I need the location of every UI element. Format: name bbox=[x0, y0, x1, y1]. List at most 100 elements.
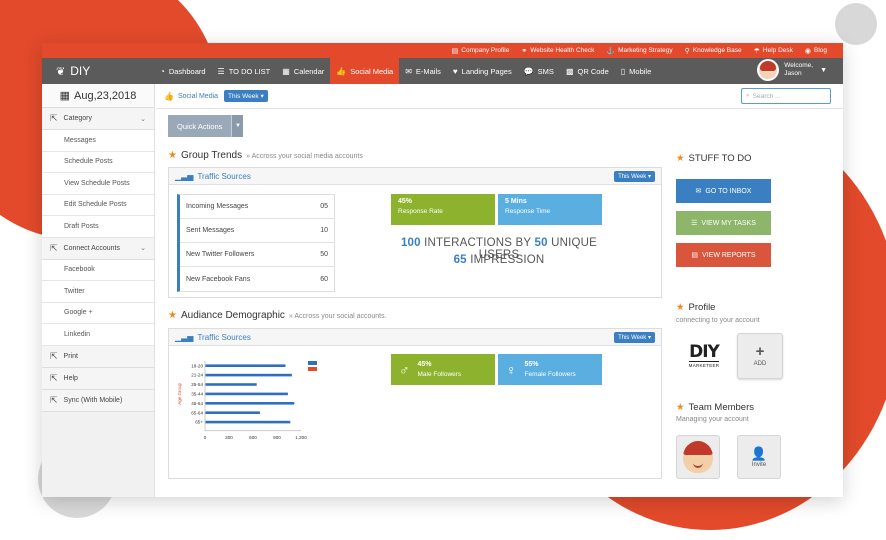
nav-todo-list[interactable]: ☰ TO DO LIST bbox=[212, 58, 277, 84]
team-member-avatar[interactable] bbox=[676, 435, 720, 479]
view-my-tasks-button[interactable]: ☰ VIEW MY TASKS bbox=[676, 211, 771, 235]
calendar-icon: ▦ bbox=[282, 66, 290, 76]
view-reports-button[interactable]: ▤ VIEW REPORTS bbox=[676, 243, 771, 267]
sidebar-help[interactable]: ⇱ Help bbox=[42, 367, 154, 390]
nav-social-media[interactable]: 👍 Social Media bbox=[330, 58, 400, 84]
x-tick-label: 300 bbox=[225, 435, 233, 440]
calendar-icon: ▦ bbox=[59, 90, 70, 102]
nav-mobile[interactable]: ▯ Mobile bbox=[615, 58, 658, 84]
brand-logo[interactable]: ❦ DIY bbox=[42, 64, 154, 78]
nav-calendar[interactable]: ▦ Calendar bbox=[276, 58, 330, 84]
nav-emails[interactable]: ✉ E-Mails bbox=[399, 58, 447, 84]
search-input[interactable]: ⌕ Search ... bbox=[741, 88, 831, 104]
sidebar-connect-accounts[interactable]: ⇱ Connect Accounts ⌄ bbox=[42, 237, 154, 260]
leaf-icon: ❦ bbox=[56, 65, 66, 78]
invite-member-button[interactable]: 👤 Invite bbox=[737, 435, 781, 479]
sidebar-item-draft-posts[interactable]: Draft Posts bbox=[42, 216, 154, 238]
sidebar-item-facebook[interactable]: Facebook bbox=[42, 259, 154, 281]
link-icon: ⚭ bbox=[521, 47, 528, 55]
app-window: ▤ Company Profile ⚭ Website Health Check ⚓… bbox=[42, 43, 843, 497]
avatar bbox=[757, 59, 780, 81]
sidebar-sync[interactable]: ⇱ Sync (With Mobile) bbox=[42, 389, 154, 412]
category-label: 25-54 bbox=[191, 382, 203, 387]
sidebar-item-view-schedule-posts[interactable]: View Schedule Posts bbox=[42, 173, 154, 195]
document-icon: ▤ bbox=[691, 252, 699, 259]
section-title-text: Team Members bbox=[688, 402, 754, 413]
sidebar-item-schedule-posts[interactable]: Schedule Posts bbox=[42, 151, 154, 173]
top-utility-bar: ▤ Company Profile ⚭ Website Health Check ⚓… bbox=[42, 43, 843, 58]
section-subtitle: » Accross your social accounts. bbox=[288, 313, 387, 320]
panel-header: ▁▃▅ Traffic Sources This Week ▾ bbox=[169, 329, 661, 346]
add-profile-button[interactable]: + ADD bbox=[737, 333, 783, 379]
stuff-to-do-title: ★ STUFF TO DO bbox=[676, 153, 752, 164]
button-label: Invite bbox=[751, 461, 767, 468]
female-followers-tile: ♀ 55% Female Followers bbox=[498, 354, 602, 385]
period-select[interactable]: This Week ▾ bbox=[614, 332, 655, 343]
tile-value: 45% bbox=[398, 198, 413, 205]
tile-label: Female Followers bbox=[524, 371, 576, 378]
bar bbox=[205, 392, 288, 396]
tile-value: 45% bbox=[417, 361, 432, 368]
sidebar-item-google-plus[interactable]: Google + bbox=[42, 302, 154, 324]
category-label: 21-24 bbox=[191, 373, 203, 378]
nav-label: TO DO LIST bbox=[228, 66, 271, 76]
toplink-label: Blog bbox=[813, 47, 827, 54]
search-icon: ⌕ bbox=[746, 92, 750, 99]
chevron-down-icon[interactable]: ▼ bbox=[231, 115, 244, 137]
document-icon: ▤ bbox=[451, 47, 459, 55]
period-select[interactable]: This Week ▾ bbox=[224, 90, 268, 102]
category-label: 35-44 bbox=[191, 392, 203, 397]
user-icon: 👤 bbox=[750, 445, 768, 461]
section-title-text: Audiance Demographic bbox=[180, 310, 285, 321]
toplink-website-health[interactable]: ⚭ Website Health Check bbox=[521, 47, 594, 55]
bar bbox=[205, 383, 257, 386]
stat-label: Incoming Messages bbox=[186, 203, 249, 210]
rss-icon: ◉ bbox=[804, 47, 811, 55]
thumbs-up-icon: 👍 bbox=[336, 66, 347, 76]
male-followers-tile: ♂ 45% Male Followers bbox=[391, 354, 495, 385]
toplink-label: Knowledge Base bbox=[692, 47, 742, 54]
nav-landing-pages[interactable]: ♥ Landing Pages bbox=[447, 58, 518, 84]
button-label: VIEW MY TASKS bbox=[701, 219, 756, 227]
toplink-marketing-strategy[interactable]: ⚓ Marketing Strategy bbox=[606, 47, 672, 55]
toplink-knowledge-base[interactable]: ⚲ Knowledge Base bbox=[685, 47, 742, 55]
x-tick-label: 600 bbox=[249, 435, 257, 440]
main-content: 👍 Social Media This Week ▾ ⌕ Search ... … bbox=[156, 84, 843, 497]
button-label: VIEW REPORTS bbox=[702, 251, 756, 259]
audience-title: ★ Audiance Demographic » Accross your so… bbox=[168, 310, 387, 321]
sidebar-category[interactable]: ⇱ Category ⌄ bbox=[42, 108, 154, 130]
toplink-blog[interactable]: ◉ Blog bbox=[805, 47, 827, 55]
stage: ▤ Company Profile ⚭ Website Health Check ⚓… bbox=[0, 0, 886, 540]
user-menu[interactable]: Welcome, Jason ▼ bbox=[757, 59, 827, 81]
sidebar-item-messages[interactable]: Messages bbox=[42, 130, 154, 152]
section-title-text: Profile bbox=[688, 302, 716, 313]
brand-name: DIY bbox=[70, 64, 91, 78]
tile-label: Male Followers bbox=[417, 371, 462, 378]
sidebar-item-twitter[interactable]: Twitter bbox=[42, 281, 154, 303]
period-select[interactable]: This Week ▾ bbox=[614, 171, 655, 182]
star-icon: ★ bbox=[676, 302, 685, 313]
go-to-inbox-button[interactable]: ✉ GO TO INBOX bbox=[676, 179, 771, 203]
share-icon: ⇱ bbox=[50, 350, 58, 361]
bar bbox=[205, 373, 292, 377]
quick-actions-button[interactable]: Quick Actions ▼ bbox=[168, 115, 244, 137]
tile-value: 55% bbox=[524, 361, 539, 368]
response-time-tile: 5 Mins Response Time bbox=[498, 194, 602, 225]
nav-dashboard[interactable]: ◔ Dashboard bbox=[154, 58, 212, 84]
toplink-label: Website Health Check bbox=[530, 47, 595, 54]
star-icon: ★ bbox=[168, 150, 177, 161]
period-label: This Week bbox=[618, 335, 647, 341]
profile-logo[interactable]: DIY MARKETEER bbox=[684, 334, 724, 378]
toplink-company-profile[interactable]: ▤ Company Profile bbox=[452, 47, 510, 55]
logo-text: DIY bbox=[689, 342, 720, 362]
decor-circle bbox=[835, 3, 877, 45]
group-trends-title: ★ Group Trends » Accross your social med… bbox=[168, 150, 363, 161]
toplink-help-desk[interactable]: ☂ Help Desk bbox=[754, 47, 793, 55]
nav-qr-code[interactable]: ▩ QR Code bbox=[560, 58, 615, 84]
nav-label: Social Media bbox=[350, 66, 394, 76]
nav-sms[interactable]: 💬 SMS bbox=[518, 58, 560, 84]
sidebar-item-linkedin[interactable]: Linkedin bbox=[42, 324, 154, 346]
sidebar-item-edit-schedule-posts[interactable]: Edit Schedule Posts bbox=[42, 194, 154, 216]
breadcrumb-social-media[interactable]: 👍 Social Media bbox=[164, 92, 218, 101]
sidebar-print[interactable]: ⇱ Print bbox=[42, 345, 154, 368]
